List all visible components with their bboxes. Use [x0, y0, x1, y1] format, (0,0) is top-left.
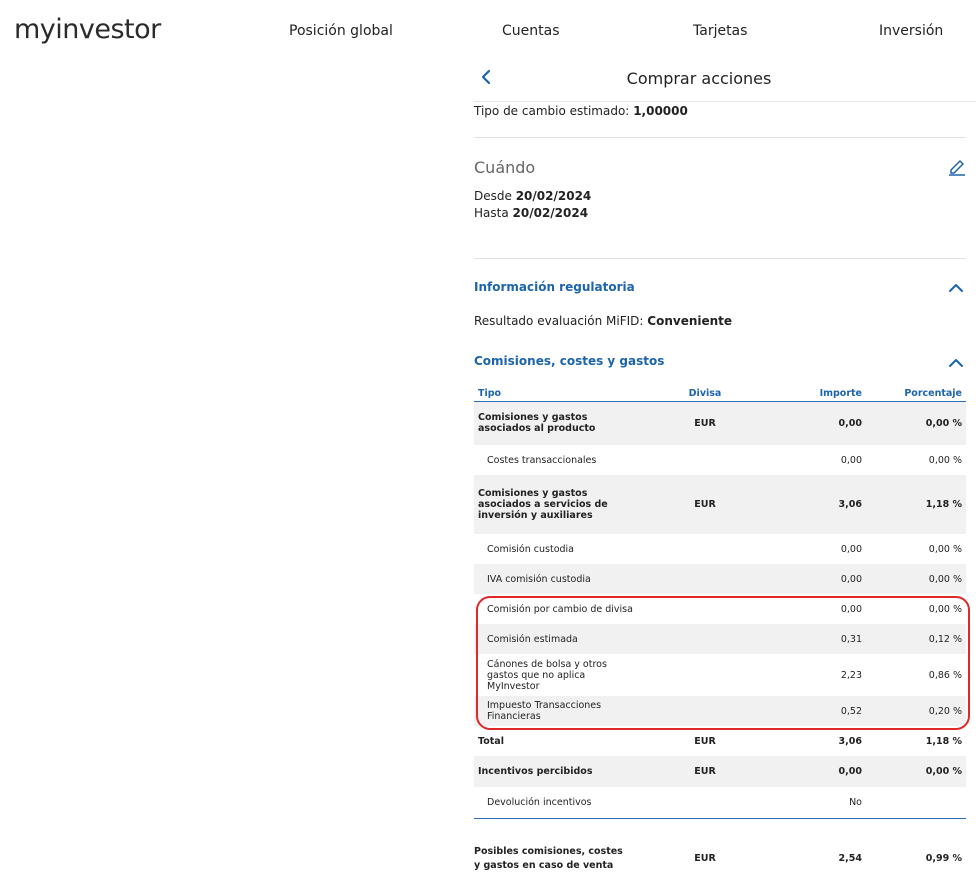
- row-label: Comisiones y gastos asociados al product…: [474, 401, 644, 445]
- column-header-currency: Divisa: [644, 387, 766, 402]
- chevron-up-icon[interactable]: [948, 358, 964, 368]
- regulatory-info-toggle[interactable]: Información regulatoria: [474, 280, 635, 294]
- table-header-row: Tipo Divisa Importe Porcentaje: [474, 387, 966, 402]
- row-label: Comisiones y gastos asociados a servicio…: [474, 475, 644, 534]
- row-label: Cánones de bolsa y otros gastos que no a…: [487, 658, 607, 692]
- table-row: IVA comisión custodia 0,00 0,00 %: [474, 564, 966, 594]
- table-row: Comisión por cambio de divisa 0,00 0,00 …: [474, 594, 966, 624]
- row-currency: [644, 564, 766, 594]
- row-amount: 3,06: [838, 735, 862, 747]
- table-row: Cánones de bolsa y otros gastos que no a…: [474, 654, 966, 696]
- row-label: Incentivos percibidos: [474, 756, 644, 787]
- row-label: Impuesto Transacciones Financieras: [474, 696, 644, 726]
- row-amount: 2,23: [840, 669, 862, 681]
- row-amount: No: [766, 787, 866, 819]
- nav-inversion[interactable]: Inversión: [879, 23, 943, 39]
- row-percent: 0,86 %: [928, 669, 962, 681]
- row-currency: [644, 594, 766, 624]
- row-amount: 3,06: [766, 475, 866, 534]
- row-amount: 0,00: [840, 603, 862, 615]
- row-label: IVA comisión custodia: [474, 564, 644, 594]
- when-to: Hasta 20/02/2024: [474, 206, 588, 220]
- table-row: Impuesto Transacciones Financieras 0,52 …: [474, 696, 966, 726]
- nav-tarjetas[interactable]: Tarjetas: [693, 23, 747, 39]
- row-label: Devolución incentivos: [474, 787, 644, 819]
- mifid-value: Conveniente: [647, 314, 733, 328]
- divider: [474, 137, 966, 138]
- myinvestor-logo[interactable]: myinvestor: [14, 14, 161, 45]
- row-amount: 0,00: [766, 564, 866, 594]
- row-currency: EUR: [644, 401, 766, 445]
- row-label: Comisión custodia: [487, 543, 575, 555]
- costs-toggle[interactable]: Comisiones, costes y gastos: [474, 354, 664, 368]
- row-percent: 0,12 %: [866, 624, 966, 654]
- table-row: Comisiones y gastos asociados a servicio…: [474, 475, 966, 534]
- row-currency: [644, 624, 766, 654]
- chevron-up-icon[interactable]: [948, 283, 964, 293]
- row-percent: 0,00 %: [928, 603, 962, 615]
- when-title: Cuándo: [474, 158, 536, 177]
- when-to-value: 20/02/2024: [512, 206, 589, 220]
- table-row: Comisión estimada 0,31 0,12 %: [474, 624, 966, 654]
- sale-costs-amount: 2,54: [838, 853, 862, 864]
- row-amount: 0,00: [766, 401, 866, 445]
- page-title: Comprar acciones: [626, 69, 772, 88]
- row-percent: 0,00 %: [866, 564, 966, 594]
- nav-posicion-global[interactable]: Posición global: [289, 23, 393, 39]
- when-to-label: Hasta: [474, 206, 509, 220]
- exchange-rate: Tipo de cambio estimado: 1,00000: [474, 104, 688, 118]
- column-header-type: Tipo: [474, 387, 644, 402]
- row-label: Total: [478, 735, 504, 747]
- row-percent: 1,18 %: [925, 735, 962, 747]
- row-currency: [644, 445, 766, 475]
- page-header: Comprar acciones: [474, 62, 976, 102]
- when-from: Desde 20/02/2024: [474, 189, 591, 203]
- table-row: Comisión custodia 0,00 0,00 %: [474, 534, 966, 564]
- column-header-amount: Importe: [766, 387, 866, 402]
- row-amount: 0,00: [840, 543, 862, 555]
- divider: [474, 258, 966, 259]
- row-percent: 0,00 %: [928, 543, 962, 555]
- row-label: Comisión por cambio de divisa: [487, 603, 633, 615]
- row-currency: EUR: [644, 475, 766, 534]
- row-percent: 1,18 %: [866, 475, 966, 534]
- row-amount: 0,52: [766, 696, 866, 726]
- table-row: Costes transaccionales 0,00 0,00 %: [474, 445, 966, 475]
- row-currency: [644, 696, 766, 726]
- pencil-icon[interactable]: [947, 156, 967, 176]
- exchange-rate-value: 1,00000: [633, 104, 688, 118]
- nav-cuentas[interactable]: Cuentas: [502, 23, 560, 39]
- table-row: Incentivos percibidos EUR 0,00 0,00 %: [474, 756, 966, 787]
- row-percent: [866, 787, 966, 819]
- row-currency: EUR: [644, 756, 766, 787]
- costs-table: Tipo Divisa Importe Porcentaje Comisione…: [474, 387, 966, 819]
- sale-costs-currency: EUR: [694, 853, 716, 864]
- when-from-label: Desde: [474, 189, 512, 203]
- mifid-result: Resultado evaluación MiFID: Conveniente: [474, 314, 732, 328]
- row-percent: 0,00 %: [866, 756, 966, 787]
- row-amount: 0,00: [766, 756, 866, 787]
- row-currency: [644, 787, 766, 819]
- row-currency: [644, 534, 766, 564]
- row-percent: 0,00 %: [928, 454, 962, 466]
- row-currency: EUR: [694, 735, 716, 747]
- exchange-rate-label: Tipo de cambio estimado:: [474, 104, 630, 118]
- row-currency: [644, 654, 766, 696]
- row-label: Costes transaccionales: [487, 454, 597, 466]
- when-from-value: 20/02/2024: [515, 189, 592, 203]
- row-percent: 0,20 %: [866, 696, 966, 726]
- table-row: Devolución incentivos No: [474, 787, 966, 819]
- row-amount: 0,31: [766, 624, 866, 654]
- table-row-total: Total EUR 3,06 1,18 %: [474, 726, 966, 756]
- row-amount: 0,00: [840, 454, 862, 466]
- table-row: Comisiones y gastos asociados al product…: [474, 401, 966, 445]
- sale-costs-label: Posibles comisiones, costes y gastos en …: [474, 846, 623, 871]
- row-label: Comisión estimada: [474, 624, 644, 654]
- mifid-label: Resultado evaluación MiFID:: [474, 314, 644, 328]
- column-header-percent: Porcentaje: [866, 387, 966, 402]
- sale-costs-percent: 0,99 %: [925, 853, 962, 864]
- row-percent: 0,00 %: [866, 401, 966, 445]
